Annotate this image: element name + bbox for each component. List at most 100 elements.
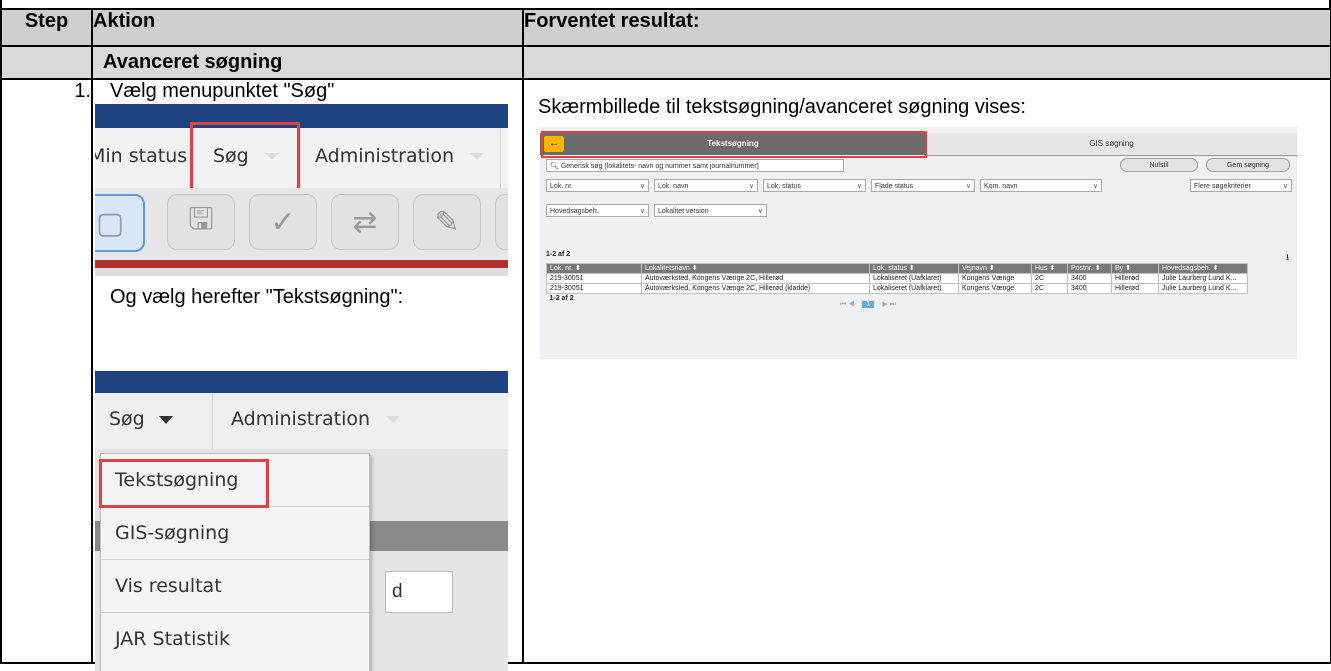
column-header[interactable]: Lokalitetsnavn ⬍: [641, 263, 870, 274]
table-cell: 2C: [1031, 273, 1068, 284]
table-row[interactable]: 219-30051 Autoværksted, Kongens Vænge 2C…: [546, 273, 1248, 284]
menu-item-min-status[interactable]: Min status: [95, 145, 187, 167]
menu-item-administration[interactable]: Administration: [315, 145, 485, 167]
chevron-down-icon: [386, 416, 401, 423]
menu-item-administration[interactable]: Administration: [231, 408, 401, 430]
dropdown-item-jar-statistik[interactable]: JAR Statistik: [101, 613, 369, 666]
save-icon[interactable]: 🖫: [167, 194, 235, 250]
pager-next-icon[interactable]: ▶: [882, 301, 887, 308]
filter-flade-status[interactable]: Flade status ∨: [871, 179, 975, 192]
column-header[interactable]: Hovedsagsbeh. ⬍: [1158, 263, 1248, 274]
chevron-down-icon: ∨: [965, 183, 971, 190]
pager: ⏮ ◀ 1 ▶ ⏭: [840, 300, 896, 309]
pager-prev-icon[interactable]: ◀: [848, 301, 854, 308]
screenshot-sog-dropdown: Søg Administration d Tekstsøgning GIS-sø…: [95, 371, 508, 671]
menu-divider: [300, 128, 301, 188]
filter-lok-navn[interactable]: Lok. navn ∨: [654, 179, 758, 192]
menu-bar: Min status Søg Administration: [95, 128, 508, 188]
step-row: 1. Vælg menupunktet "Søg" Min status Søg…: [0, 78, 1331, 671]
swap-icon[interactable]: ⇄: [331, 194, 399, 250]
screenshot-menu-bar: Min status Søg Administration ▢ 🖫 ✓ ⇄ ✎: [95, 104, 508, 276]
section-row: Avanceret søgning: [0, 45, 1331, 80]
step-number: 1.: [0, 78, 93, 664]
table-cell: Hillerød: [1111, 283, 1159, 294]
table-cell: Kongens Vænge: [958, 283, 1032, 294]
chevron-down-icon: ∨: [856, 183, 862, 190]
pager-first-icon[interactable]: ⏮: [840, 301, 846, 308]
filter-label: Flere søgekriterier: [1194, 183, 1251, 190]
search-input[interactable]: 🔍︎ Generisk søg (lokalitets- navn og num…: [546, 159, 844, 172]
save-search-button[interactable]: Gem søgning: [1206, 158, 1290, 172]
navy-header-bar: [95, 104, 508, 128]
table-cell: Kongens Vænge: [958, 273, 1032, 284]
filter-label: Lok. status: [767, 183, 801, 190]
dropdown-item-vis-resultat[interactable]: Vis resultat: [101, 560, 369, 613]
chevron-down-icon: ∨: [639, 183, 645, 190]
lok-nr-link[interactable]: 219-30051: [546, 283, 642, 294]
table-cell: 3400: [1067, 273, 1112, 284]
chevron-down-icon: ∨: [1282, 183, 1288, 190]
chevron-down-icon: [470, 153, 485, 160]
column-header[interactable]: Hus ⬍: [1031, 263, 1068, 274]
column-header[interactable]: Vejnavn ⬍: [958, 263, 1032, 274]
toolbar: ▢ 🖫 ✓ ⇄ ✎: [95, 188, 508, 260]
toolbar-button-cutoff[interactable]: [495, 194, 508, 250]
table-cell: Autoværksted, Kongens Vænge 2C, Hillerød: [641, 273, 870, 284]
bottom-area: [95, 268, 508, 276]
lok-nr-link[interactable]: 219-30051: [546, 273, 642, 284]
table-cell: Lokaliseret (Uafklaret): [869, 273, 959, 284]
result-count-bottom: 1-2 af 2: [546, 293, 1248, 303]
action-text-1: Vælg menupunktet "Søg": [110, 80, 335, 102]
header-action: Aktion: [91, 8, 524, 47]
filter-lokalitet-version[interactable]: Lokalitet version ∨: [654, 204, 767, 217]
table-cell: Lokaliseret (Uafklaret): [869, 283, 959, 294]
results-header-row: Lok. nr. ⬍ Lokalitetsnavn ⬍ Lok. status …: [546, 263, 1248, 274]
screenshot-tekstsogning: Tekstsøgning GIS søgning ← 🔍︎ Generisk s…: [540, 127, 1297, 359]
action-cell: Vælg menupunktet "Søg" Min status Søg Ad…: [91, 78, 524, 671]
section-empty-cell-2: [522, 45, 1331, 80]
download-icon[interactable]: ⭳: [1286, 250, 1289, 266]
table-cell: 2C: [1031, 283, 1068, 294]
filter-label: Lok. navn: [658, 183, 689, 190]
chevron-down-icon: ∨: [748, 183, 754, 190]
header-step: Step: [0, 8, 93, 47]
results-table: Lok. nr. ⬍ Lokalitetsnavn ⬍ Lok. status …: [546, 263, 1248, 303]
filter-lok-nr[interactable]: Lok. nr. ∨: [546, 179, 649, 192]
highlight-box: [541, 131, 927, 158]
filter-hovedsagsbeh[interactable]: Hovedsagsbeh. ∨: [546, 204, 649, 217]
highlight-box: [190, 122, 300, 192]
table-cell: Hillerød: [1111, 273, 1159, 284]
red-accent-bar: [95, 260, 508, 268]
reset-button[interactable]: Nulstil: [1120, 158, 1198, 172]
column-header[interactable]: Postnr. ⬍: [1067, 263, 1112, 274]
filter-label: Lok. nr.: [550, 183, 573, 190]
background-field: d: [385, 571, 453, 613]
pager-page-1[interactable]: 1: [862, 301, 875, 308]
pager-last-icon[interactable]: ⏭: [890, 301, 896, 308]
filter-kom-navn[interactable]: Kom. navn ∨: [980, 179, 1102, 192]
menu-divider: [212, 393, 213, 449]
column-header[interactable]: By ⬍: [1111, 263, 1159, 274]
section-title: Avanceret søgning: [91, 45, 524, 80]
check-icon[interactable]: ✓: [249, 194, 317, 250]
table-row[interactable]: 219-30051 Autoværksted, Kongens Vænge 2C…: [546, 283, 1248, 294]
tab-gis-sogning[interactable]: GIS søgning: [926, 133, 1297, 156]
chevron-down-icon: [158, 415, 173, 424]
action-text-2: Og vælg herefter "Tekstsøgning":: [110, 286, 404, 308]
filter-label: Hovedsagsbeh.: [550, 208, 599, 215]
filter-more-criteria[interactable]: Flere søgekriterier ∨: [1190, 179, 1292, 192]
header-row: Step Aktion Forventet resultat:: [0, 8, 1331, 47]
filter-lok-status[interactable]: Lok. status ∨: [763, 179, 866, 192]
results-footer-row: 1-2 af 2: [546, 293, 1248, 303]
edit-icon[interactable]: ✎: [413, 194, 481, 250]
result-count-top: 1-2 af 2: [546, 251, 571, 258]
column-header[interactable]: Lok. status ⬍: [869, 263, 959, 274]
dropdown-item-gis-sogning[interactable]: GIS-søgning: [101, 507, 369, 560]
section-empty-cell: [0, 45, 93, 80]
file-icon[interactable]: ▢: [95, 194, 145, 252]
column-header[interactable]: Lok. nr. ⬍: [546, 263, 642, 274]
menu-item-sog[interactable]: Søg: [109, 408, 173, 430]
table-cell: 3400: [1067, 283, 1112, 294]
table-cell: Autoværksted, Kongens Vænge 2C, Hillerød…: [641, 283, 870, 294]
menu-item-administration-label: Administration: [315, 145, 455, 167]
